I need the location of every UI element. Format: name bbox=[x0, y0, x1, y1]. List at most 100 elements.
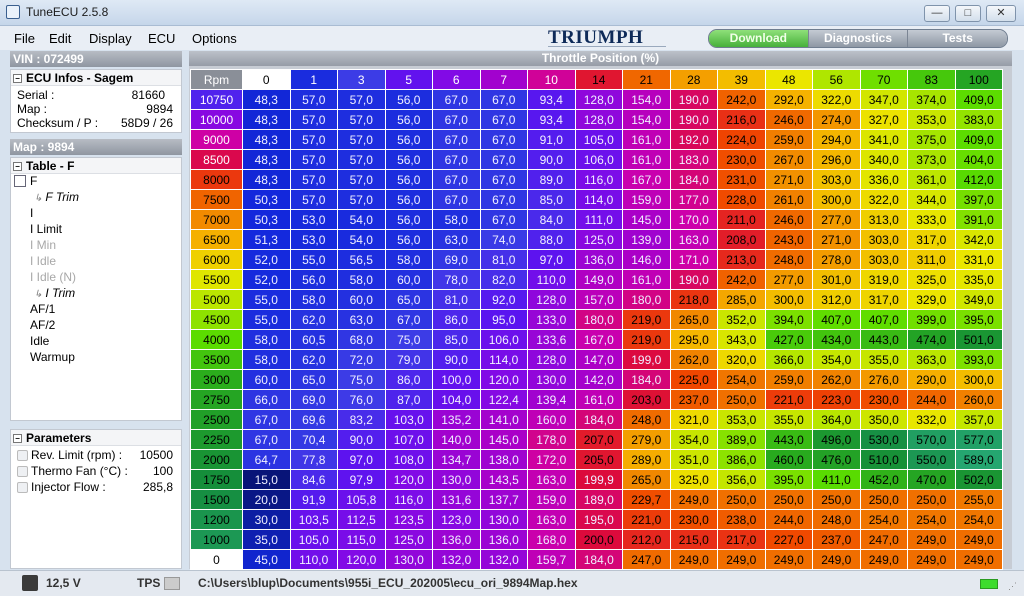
map-cell[interactable]: 145,0 bbox=[479, 429, 528, 450]
map-cell[interactable]: 30,0 bbox=[242, 509, 291, 530]
map-cell[interactable]: 354,0 bbox=[812, 349, 861, 370]
tree-item-af2[interactable]: AF/2 bbox=[30, 318, 55, 332]
map-cell[interactable]: 262,0 bbox=[812, 369, 861, 390]
map-cell[interactable]: 221,0 bbox=[622, 509, 671, 530]
map-cell[interactable]: 103,0 bbox=[384, 409, 433, 430]
map-cell[interactable]: 395,0 bbox=[954, 309, 1003, 330]
map-cell[interactable]: 285,0 bbox=[717, 289, 766, 310]
map-cell[interactable]: 242,0 bbox=[717, 269, 766, 290]
map-cell[interactable]: 120,0 bbox=[479, 369, 528, 390]
map-cell[interactable]: 230,0 bbox=[717, 149, 766, 170]
map-cell[interactable]: 393,0 bbox=[954, 349, 1003, 370]
map-cell[interactable]: 317,0 bbox=[859, 289, 908, 310]
tree-item-f[interactable]: F bbox=[30, 174, 37, 188]
map-cell[interactable]: 106,0 bbox=[574, 149, 623, 170]
map-cell[interactable]: 128,0 bbox=[527, 289, 576, 310]
map-cell[interactable]: 409,0 bbox=[954, 89, 1003, 110]
map-cell[interactable]: 303,0 bbox=[859, 229, 908, 250]
map-cell[interactable]: 67,0 bbox=[432, 129, 481, 150]
tree-item-i-limit[interactable]: I Limit bbox=[30, 222, 62, 236]
map-cell[interactable]: 343,0 bbox=[717, 329, 766, 350]
map-cell[interactable]: 265,0 bbox=[622, 469, 671, 490]
map-cell[interactable]: 332,0 bbox=[907, 409, 956, 430]
map-cell[interactable]: 115,0 bbox=[337, 529, 386, 550]
map-cell[interactable]: 105,8 bbox=[337, 489, 386, 510]
map-cell[interactable]: 331,0 bbox=[954, 249, 1003, 270]
map-cell[interactable]: 249,0 bbox=[764, 549, 813, 570]
map-cell[interactable]: 411,0 bbox=[812, 469, 861, 490]
map-cell[interactable]: 67,0 bbox=[384, 309, 433, 330]
map-cell[interactable]: 225,0 bbox=[669, 369, 718, 390]
map-cell[interactable]: 140,0 bbox=[432, 429, 481, 450]
map-cell[interactable]: 250,0 bbox=[812, 489, 861, 510]
map-cell[interactable]: 159,0 bbox=[527, 489, 576, 510]
map-cell[interactable]: 58,0 bbox=[337, 269, 386, 290]
map-cell[interactable]: 161,0 bbox=[622, 149, 671, 170]
map-cell[interactable]: 249,0 bbox=[859, 549, 908, 570]
map-cell[interactable]: 221,0 bbox=[764, 389, 813, 410]
map-cell[interactable]: 84,6 bbox=[289, 469, 338, 490]
map-cell[interactable]: 246,0 bbox=[764, 109, 813, 130]
map-cell[interactable]: 114,0 bbox=[574, 189, 623, 210]
map-cell[interactable]: 184,0 bbox=[574, 409, 623, 430]
map-cell[interactable]: 58,0 bbox=[242, 349, 291, 370]
map-cell[interactable]: 261,0 bbox=[764, 189, 813, 210]
map-cell[interactable]: 550,0 bbox=[907, 449, 956, 470]
map-cell[interactable]: 219,0 bbox=[622, 309, 671, 330]
map-cell[interactable]: 271,0 bbox=[764, 169, 813, 190]
map-cell[interactable]: 128,0 bbox=[574, 89, 623, 110]
map-cell[interactable]: 132,0 bbox=[479, 549, 528, 570]
map-cell[interactable]: 125,0 bbox=[574, 229, 623, 250]
map-cell[interactable]: 363,0 bbox=[907, 349, 956, 370]
map-cell[interactable]: 356,0 bbox=[717, 469, 766, 490]
map-cell[interactable]: 120,0 bbox=[337, 549, 386, 570]
map-cell[interactable]: 112,5 bbox=[337, 509, 386, 530]
map-cell[interactable]: 496,0 bbox=[812, 429, 861, 450]
map-cell[interactable]: 589,0 bbox=[954, 449, 1003, 470]
map-cell[interactable]: 354,0 bbox=[669, 429, 718, 450]
map-cell[interactable]: 67,0 bbox=[479, 109, 528, 130]
map-cell[interactable]: 57,0 bbox=[289, 189, 338, 210]
map-cell[interactable]: 56,0 bbox=[384, 109, 433, 130]
map-cell[interactable]: 262,0 bbox=[669, 349, 718, 370]
map-cell[interactable]: 321,0 bbox=[669, 409, 718, 430]
map-cell[interactable]: 249,0 bbox=[954, 529, 1003, 550]
map-cell[interactable]: 322,0 bbox=[859, 189, 908, 210]
map-cell[interactable]: 311,0 bbox=[907, 249, 956, 270]
map-cell[interactable]: 207,0 bbox=[574, 429, 623, 450]
map-cell[interactable]: 301,0 bbox=[812, 269, 861, 290]
map-cell[interactable]: 136,0 bbox=[574, 249, 623, 270]
tab-download[interactable]: Download bbox=[709, 30, 809, 47]
map-cell[interactable]: 131,6 bbox=[432, 489, 481, 510]
map-cell[interactable]: 60,0 bbox=[337, 289, 386, 310]
map-cell[interactable]: 180,0 bbox=[574, 309, 623, 330]
map-cell[interactable]: 353,0 bbox=[717, 409, 766, 430]
map-cell[interactable]: 35,0 bbox=[242, 529, 291, 550]
minimize-button[interactable]: — bbox=[924, 5, 950, 22]
map-cell[interactable]: 407,0 bbox=[859, 309, 908, 330]
map-cell[interactable]: 199,9 bbox=[574, 469, 623, 490]
map-cell[interactable]: 134,7 bbox=[432, 449, 481, 470]
map-cell[interactable]: 79,0 bbox=[384, 349, 433, 370]
map-cell[interactable]: 48,3 bbox=[242, 149, 291, 170]
map-cell[interactable]: 89,0 bbox=[527, 169, 576, 190]
map-cell[interactable]: 294,0 bbox=[812, 129, 861, 150]
map-cell[interactable]: 277,0 bbox=[764, 269, 813, 290]
map-cell[interactable]: 116,0 bbox=[574, 169, 623, 190]
map-cell[interactable]: 249,0 bbox=[669, 489, 718, 510]
map-cell[interactable]: 161,0 bbox=[622, 269, 671, 290]
map-cell[interactable]: 66,0 bbox=[242, 389, 291, 410]
map-cell[interactable]: 250,0 bbox=[717, 389, 766, 410]
map-cell[interactable]: 56,0 bbox=[289, 269, 338, 290]
map-cell[interactable]: 427,0 bbox=[764, 329, 813, 350]
tree-item-idle[interactable]: Idle bbox=[30, 334, 49, 348]
map-cell[interactable]: 147,0 bbox=[574, 349, 623, 370]
map-cell[interactable]: 67,0 bbox=[479, 149, 528, 170]
map-cell[interactable]: 163,0 bbox=[669, 229, 718, 250]
map-cell[interactable]: 60,0 bbox=[384, 269, 433, 290]
map-cell[interactable]: 300,0 bbox=[764, 289, 813, 310]
map-cell[interactable]: 160,0 bbox=[527, 409, 576, 430]
map-cell[interactable]: 292,0 bbox=[764, 89, 813, 110]
map-cell[interactable]: 108,0 bbox=[384, 449, 433, 470]
map-cell[interactable]: 91,9 bbox=[289, 489, 338, 510]
